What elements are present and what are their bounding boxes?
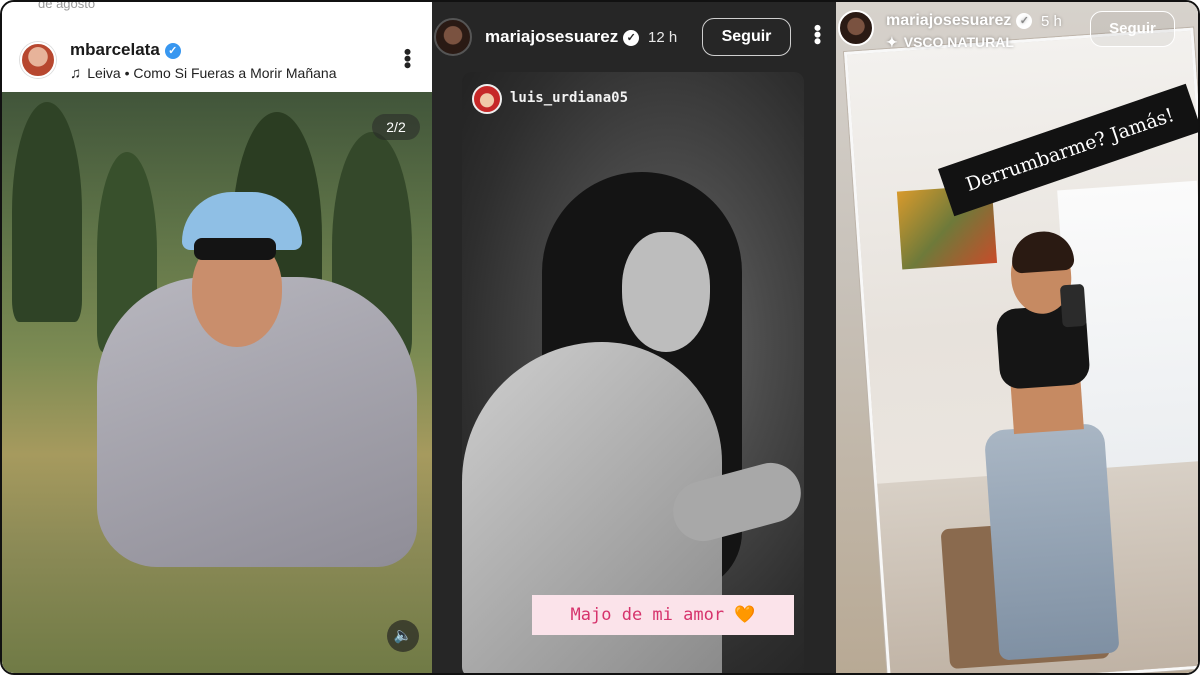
post-time: 12 h <box>648 29 678 46</box>
music-label[interactable]: Leiva • Como Si Fueras a Morir Mañana <box>87 65 336 81</box>
story-panel-3: mariajosesuarez ✓ 5 h ✦ VSCO NATURAL Segui… <box>836 2 1198 673</box>
sunglasses <box>194 238 276 260</box>
story-caption: Majo de mi amor 🧡 <box>532 595 794 635</box>
jeans-shape <box>983 422 1120 661</box>
avatar[interactable] <box>434 18 472 56</box>
story-photo <box>2 92 432 673</box>
phone-shape <box>1059 283 1087 328</box>
music-info[interactable]: ♫ Leiva • Como Si Fueras a Morir Mañana <box>70 65 336 82</box>
filter-label[interactable]: ✦ VSCO NATURAL <box>886 34 1014 51</box>
post-date: de agosto <box>38 0 96 11</box>
music-note-icon: ♫ <box>70 65 82 82</box>
more-options-icon[interactable]: ••• <box>805 24 830 44</box>
username-text[interactable]: mariajosesuarez <box>886 12 1011 29</box>
composite-frame: de agosto mbarcelata ✓ ♫ Leiva • Como Si F… <box>0 0 1200 675</box>
filter-name[interactable]: VSCO NATURAL <box>904 34 1014 50</box>
slide-counter: 2/2 <box>372 114 420 140</box>
sparkle-icon: ✦ <box>886 34 898 50</box>
verified-icon: ✓ <box>164 42 181 59</box>
username[interactable]: mbarcelata ✓ <box>70 40 181 60</box>
mention-avatar[interactable] <box>472 84 502 114</box>
story-photo: luis_urdiana05 Majo de mi amor 🧡 <box>462 72 804 673</box>
username[interactable]: mariajosesuarez ✓ <box>886 12 1033 30</box>
post-time: 5 h <box>1041 13 1062 30</box>
username[interactable]: mariajosesuarez ✓ <box>485 27 640 47</box>
story-panel-1: de agosto mbarcelata ✓ ♫ Leiva • Como Si F… <box>2 0 432 673</box>
more-options-icon[interactable]: ••• <box>395 48 420 68</box>
story-panel-2: mariajosesuarez ✓ 12 h Seguir ••• luis_ur… <box>432 2 836 673</box>
follow-button[interactable]: Seguir <box>702 18 791 56</box>
mention-username[interactable]: luis_urdiana05 <box>510 90 628 106</box>
avatar[interactable] <box>20 42 56 78</box>
sound-icon[interactable]: 🔈 <box>387 620 419 652</box>
username-text[interactable]: mariajosesuarez <box>485 27 618 46</box>
face-shape <box>622 232 710 352</box>
tree-shape <box>12 102 82 322</box>
avatar[interactable] <box>838 10 874 46</box>
verified-icon: ✓ <box>1016 12 1033 29</box>
username-text[interactable]: mbarcelata <box>70 40 160 59</box>
verified-icon: ✓ <box>623 29 640 46</box>
follow-button[interactable]: Seguir <box>1090 11 1175 47</box>
